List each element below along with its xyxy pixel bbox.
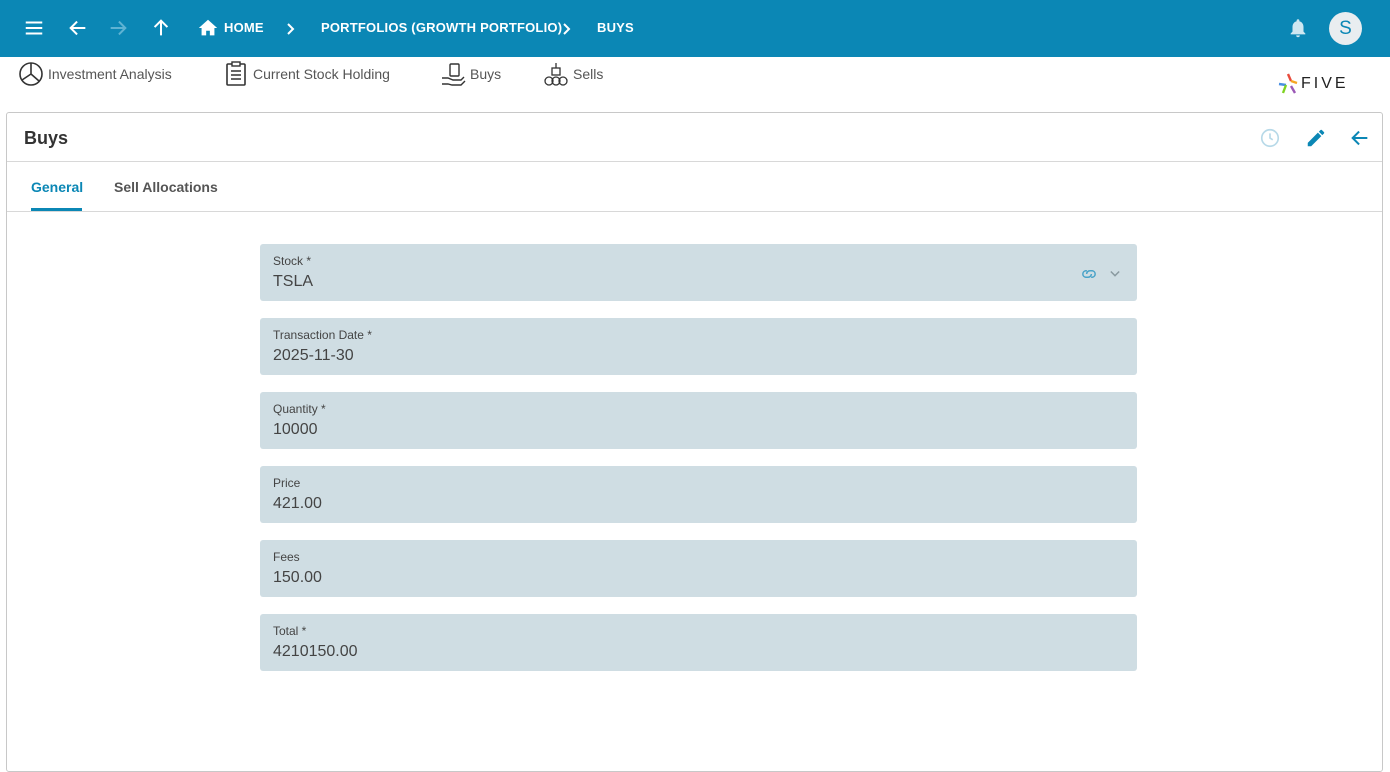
price-field[interactable]: Price 421.00 <box>260 466 1137 523</box>
edit-pencil-icon[interactable] <box>1303 125 1329 151</box>
menu-label: Buys <box>470 66 502 82</box>
chevron-down-icon[interactable] <box>1105 264 1125 284</box>
buys-form-card: Buys General Sell Allocations Stock * TS… <box>6 112 1383 772</box>
fees-field[interactable]: Fees 150.00 <box>260 540 1137 597</box>
total-field[interactable]: Total * 4210150.00 <box>260 614 1137 671</box>
pie-chart-icon <box>19 62 43 86</box>
field-label: Quantity * <box>273 402 326 416</box>
hamburger-menu-icon[interactable] <box>20 14 48 42</box>
divider <box>7 211 1382 212</box>
bell-icon[interactable] <box>1284 14 1312 42</box>
menu-investment-analysis[interactable]: Investment Analysis <box>18 60 172 88</box>
user-avatar[interactable]: S <box>1329 12 1362 45</box>
back-arrow-icon[interactable] <box>64 14 92 42</box>
field-label: Transaction Date * <box>273 328 372 342</box>
app-bar: HOME PORTFOLIOS (GROWTH PORTFOLIO) BUYS … <box>0 0 1390 57</box>
up-arrow-icon[interactable] <box>147 14 175 42</box>
menu-buys[interactable]: Buys <box>440 60 501 88</box>
field-value: 4210150.00 <box>273 643 358 660</box>
divider <box>7 161 1382 162</box>
breadcrumb-home[interactable]: HOME <box>224 20 264 35</box>
breadcrumb-buys[interactable]: BUYS <box>597 20 634 35</box>
menu-sells[interactable]: Sells <box>543 60 603 88</box>
home-icon[interactable] <box>194 14 222 42</box>
field-value: TSLA <box>273 273 314 290</box>
stock-field[interactable]: Stock * TSLA <box>260 244 1137 301</box>
menu-label: Sells <box>573 66 604 82</box>
forward-arrow-icon[interactable] <box>104 14 132 42</box>
field-value: 10000 <box>273 421 318 438</box>
chevron-right-icon <box>563 23 571 35</box>
chevron-right-icon <box>287 23 295 35</box>
link-icon[interactable] <box>1079 264 1099 284</box>
field-value: 150.00 <box>273 569 322 586</box>
clipboard-list-icon <box>226 61 246 86</box>
menu-label: Investment Analysis <box>48 66 172 82</box>
field-label: Total * <box>273 624 307 638</box>
coins-icon <box>544 63 568 86</box>
back-arrow-icon[interactable] <box>1347 125 1373 151</box>
menu-current-stock-holding[interactable]: Current Stock Holding <box>223 60 390 88</box>
hand-money-icon <box>442 63 466 86</box>
page-title: Buys <box>24 128 69 148</box>
transaction-date-field[interactable]: Transaction Date * 2025-11-30 <box>260 318 1137 375</box>
quantity-field[interactable]: Quantity * 10000 <box>260 392 1137 449</box>
five-logo-mark-icon <box>1278 73 1298 94</box>
field-label: Stock * <box>273 254 312 268</box>
tab-general[interactable]: General <box>31 179 83 195</box>
logo-text: FIVE <box>1301 75 1349 92</box>
field-label: Price <box>273 476 301 490</box>
menu-label: Current Stock Holding <box>253 66 390 82</box>
history-icon[interactable] <box>1257 125 1283 151</box>
breadcrumb-portfolios[interactable]: PORTFOLIOS (GROWTH PORTFOLIO) <box>321 20 562 35</box>
five-logo: FIVE <box>1277 72 1349 96</box>
field-value: 2025-11-30 <box>273 347 354 364</box>
field-value: 421.00 <box>273 495 322 512</box>
field-label: Fees <box>273 550 300 564</box>
tab-sell-allocations[interactable]: Sell Allocations <box>114 179 218 195</box>
